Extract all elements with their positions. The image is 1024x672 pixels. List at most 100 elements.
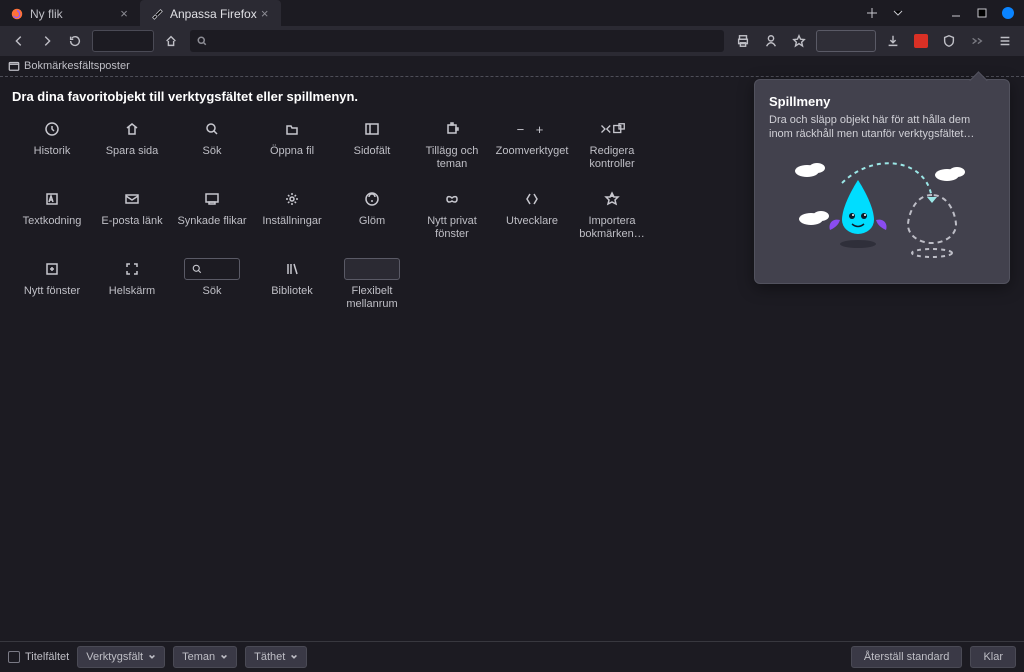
- customize-item-zoom[interactable]: − + Zoomverktyget: [492, 117, 572, 171]
- close-icon[interactable]: ×: [257, 6, 273, 22]
- overflow-title: Spillmeny: [769, 94, 995, 109]
- item-label: Zoomverktyget: [496, 145, 569, 171]
- bookmarks-toolbar-label[interactable]: Bokmärkesfältsposter: [0, 56, 1024, 76]
- app-menu-button[interactable]: [992, 29, 1018, 53]
- customize-area: Dra dina favoritobjekt till verktygsfält…: [0, 77, 1024, 641]
- window-controls: [856, 0, 1024, 26]
- private-icon: [424, 187, 480, 211]
- firefox-icon: [10, 7, 24, 21]
- account-button[interactable]: [758, 29, 784, 53]
- reload-button[interactable]: [62, 29, 88, 53]
- customize-item-save[interactable]: Spara sida: [92, 117, 172, 171]
- customize-item-forget[interactable]: Glöm: [332, 187, 412, 241]
- maximize-button[interactable]: [976, 7, 988, 19]
- tab-new[interactable]: Ny flik ×: [0, 0, 140, 26]
- shield-icon[interactable]: [936, 29, 962, 53]
- customize-item-history[interactable]: Historik: [12, 117, 92, 171]
- encoding-icon: [24, 187, 80, 211]
- downloads-button[interactable]: [880, 29, 906, 53]
- item-label: Bibliotek: [271, 285, 313, 311]
- close-icon[interactable]: ×: [116, 6, 132, 22]
- item-label: Sök: [203, 285, 222, 311]
- overflow-panel[interactable]: Spillmeny Dra och släpp objekt här för a…: [754, 79, 1010, 284]
- syncedtabs-icon: [184, 187, 240, 211]
- titlebar-checkbox[interactable]: Titelfältet: [8, 651, 69, 663]
- customize-item-flexspace[interactable]: Flexibelt mellanrum: [332, 257, 412, 311]
- new-tab-button[interactable]: [866, 7, 878, 19]
- customize-item-emaillink[interactable]: E-posta länk: [92, 187, 172, 241]
- titlebar-label: Titelfältet: [25, 651, 69, 663]
- item-label: Redigera kontroller: [572, 145, 652, 171]
- nav-toolbar: [0, 26, 1024, 56]
- item-label: Nytt fönster: [24, 285, 80, 311]
- customize-item-importbm[interactable]: Importera bokmärken…: [572, 187, 652, 241]
- brush-icon: [150, 7, 164, 21]
- item-label: Flexibelt mellanrum: [332, 285, 412, 311]
- item-label: Öppna fil: [270, 145, 314, 171]
- item-label: Spara sida: [106, 145, 159, 171]
- themes-dropdown[interactable]: Teman: [173, 646, 237, 668]
- overflow-illustration: [769, 155, 995, 265]
- customize-item-newwin[interactable]: Nytt fönster: [12, 257, 92, 311]
- tab-strip: Ny flik × Anpassa Firefox ×: [0, 0, 1024, 26]
- item-label: E-posta länk: [101, 215, 162, 241]
- forget-icon: [344, 187, 400, 211]
- customize-item-openfile[interactable]: Öppna fil: [252, 117, 332, 171]
- forward-button[interactable]: [34, 29, 60, 53]
- done-button[interactable]: Klar: [970, 646, 1016, 668]
- search-bar[interactable]: [190, 30, 724, 52]
- customize-item-library[interactable]: Bibliotek: [252, 257, 332, 311]
- importbm-icon: [584, 187, 640, 211]
- customize-item-editctrl[interactable]: Redigera kontroller: [572, 117, 652, 171]
- checkbox-icon: [8, 651, 20, 663]
- emaillink-icon: [104, 187, 160, 211]
- overflow-chevrons-icon[interactable]: [964, 29, 990, 53]
- overflow-dropzone[interactable]: [816, 30, 876, 52]
- fullscreen-icon: [104, 257, 160, 281]
- bookmarks-label: Bokmärkesfältsposter: [24, 60, 130, 72]
- item-label: Importera bokmärken…: [572, 215, 652, 241]
- devtools-icon: [504, 187, 560, 211]
- settings-icon: [264, 187, 320, 211]
- chevron-down-icon: [220, 653, 228, 661]
- search-icon: [196, 35, 208, 47]
- addons-icon: [424, 117, 480, 141]
- customize-item-private[interactable]: Nytt privat fönster: [412, 187, 492, 241]
- bookmarks-folder-icon: [8, 60, 20, 72]
- tab-label: Anpassa Firefox: [170, 7, 257, 21]
- item-label: Nytt privat fönster: [412, 215, 492, 241]
- library-icon: [264, 257, 320, 281]
- list-tabs-button[interactable]: [892, 7, 904, 19]
- toolbars-dropdown[interactable]: Verktygsfält: [77, 646, 165, 668]
- density-label: Täthet: [254, 651, 285, 663]
- item-label: Helskärm: [109, 285, 155, 311]
- print-button[interactable]: [730, 29, 756, 53]
- close-window-button[interactable]: [1002, 7, 1014, 19]
- customize-item-search[interactable]: Sök: [172, 117, 252, 171]
- search-icon: [184, 117, 240, 141]
- home-button[interactable]: [158, 29, 184, 53]
- tab-customize[interactable]: Anpassa Firefox ×: [140, 0, 281, 26]
- customize-item-fullscreen[interactable]: Helskärm: [92, 257, 172, 311]
- url-bar[interactable]: [92, 30, 154, 52]
- searchbox-preview: [184, 258, 240, 280]
- reset-defaults-button[interactable]: Återställ standard: [851, 646, 963, 668]
- overflow-desc: Dra och släpp objekt här för att hålla d…: [769, 113, 995, 141]
- extension-icon[interactable]: [908, 29, 934, 53]
- customize-item-addons[interactable]: Tillägg och teman: [412, 117, 492, 171]
- customize-item-devtools[interactable]: Utvecklare: [492, 187, 572, 241]
- item-label: Synkade flikar: [177, 215, 246, 241]
- customize-item-encoding[interactable]: Textkodning: [12, 187, 92, 241]
- bookmarks-button[interactable]: [786, 29, 812, 53]
- flexspace-preview: [344, 258, 400, 280]
- customize-item-settings[interactable]: Inställningar: [252, 187, 332, 241]
- back-button[interactable]: [6, 29, 32, 53]
- customize-item-sidebar[interactable]: Sidofält: [332, 117, 412, 171]
- zoom-icon: − +: [504, 117, 560, 141]
- chevron-down-icon: [148, 653, 156, 661]
- customize-item-syncedtabs[interactable]: Synkade flikar: [172, 187, 252, 241]
- customize-item-searchbox[interactable]: Sök: [172, 257, 252, 311]
- item-label: Utvecklare: [506, 215, 558, 241]
- minimize-button[interactable]: [950, 7, 962, 19]
- density-dropdown[interactable]: Täthet: [245, 646, 307, 668]
